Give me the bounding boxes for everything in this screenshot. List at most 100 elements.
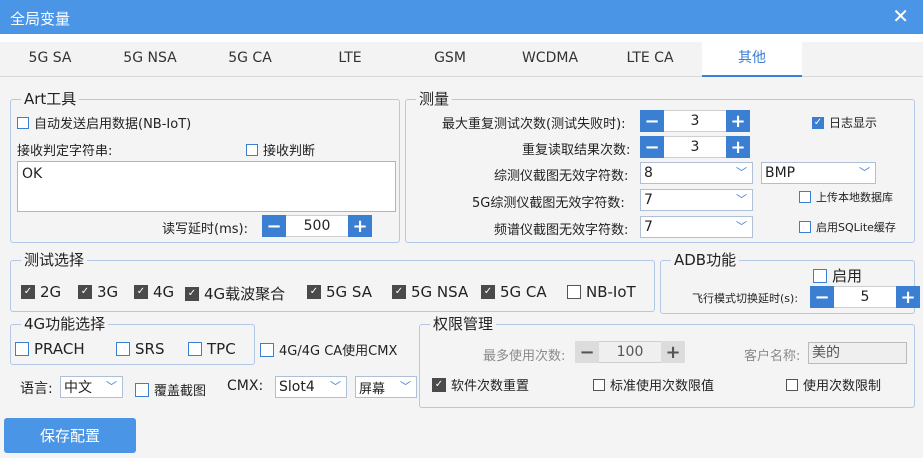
- test-nbiot-checkbox[interactable]: NB-IoT: [567, 283, 636, 301]
- re-read-label: 重复读取结果次数:: [522, 143, 631, 158]
- art-tools-group: Art工具 自动发送启用数据(NB-IoT) 接收判定字符串: 接收判断 OK …: [10, 90, 400, 243]
- log-display-checkbox[interactable]: ✓ 日志显示: [812, 114, 877, 131]
- test-5g-sa-checkbox[interactable]: ✓ 5G SA: [307, 283, 372, 301]
- plus-icon[interactable]: +: [726, 136, 750, 158]
- measure-group: 测量 最大重复测试次数(测试失败时): − 3 + 重复读取结果次数: − 3 …: [405, 90, 915, 243]
- auto-send-checkbox[interactable]: 自动发送启用数据(NB-IoT): [17, 113, 191, 132]
- chevron-down-icon: ﹀: [859, 166, 870, 179]
- airplane-delay-stepper: − 5 +: [810, 286, 920, 308]
- plus-icon[interactable]: +: [896, 286, 920, 308]
- max-use-value[interactable]: 100: [599, 341, 661, 363]
- chevron-down-icon: ﹀: [400, 380, 411, 393]
- checkbox-icon: [813, 268, 827, 283]
- tab-bar: 5G SA 5G NSA 5G CA LTE GSM WCDMA LTE CA …: [0, 42, 923, 77]
- check-icon: ✓: [307, 285, 321, 299]
- sqlite-cache-checkbox[interactable]: 启用SQLite缓存: [799, 219, 896, 235]
- recv-string-textarea[interactable]: OK: [17, 161, 396, 212]
- prach-checkbox[interactable]: PRACH: [15, 340, 85, 358]
- close-icon[interactable]: ✕: [892, 4, 909, 28]
- minus-icon[interactable]: −: [810, 286, 834, 308]
- customer-input[interactable]: 美的: [808, 342, 907, 364]
- save-config-button[interactable]: 保存配置: [4, 418, 136, 453]
- check-icon: ✓: [134, 285, 148, 299]
- plus-icon[interactable]: +: [726, 110, 750, 132]
- checkbox-icon: [799, 221, 811, 233]
- format-dropdown[interactable]: BMP ﹀: [761, 162, 876, 184]
- tab-5g-ca[interactable]: 5G CA: [200, 42, 300, 76]
- test-4g-ca-checkbox[interactable]: ✓ 4G载波聚合: [185, 283, 285, 304]
- minus-icon[interactable]: −: [262, 215, 286, 237]
- check-icon: ✓: [78, 285, 92, 299]
- rw-delay-value[interactable]: 500: [286, 215, 348, 237]
- minus-icon[interactable]: −: [640, 110, 664, 132]
- std-limit-checkbox[interactable]: 标准使用次数限值: [593, 375, 714, 394]
- airplane-delay-label: 飞行模式切换延时(s):: [692, 292, 799, 305]
- screen-dropdown[interactable]: 屏幕 ﹀: [355, 376, 417, 398]
- spec-dropdown[interactable]: 7 ﹀: [640, 216, 753, 238]
- test-5g-ca-checkbox[interactable]: ✓ 5G CA: [481, 283, 547, 301]
- check-icon: ✓: [392, 285, 406, 299]
- tpc-checkbox[interactable]: TPC: [188, 340, 236, 358]
- tab-lte[interactable]: LTE: [300, 42, 400, 76]
- test-4g-checkbox[interactable]: ✓ 4G: [134, 283, 174, 301]
- chevron-down-icon: ﹀: [736, 166, 747, 179]
- re-read-stepper: − 3 +: [640, 136, 750, 158]
- cmx-slot-dropdown[interactable]: Slot4 ﹀: [275, 376, 347, 398]
- chevron-down-icon: ﹀: [736, 220, 747, 233]
- snap-dropdown[interactable]: 8 ﹀: [640, 162, 753, 184]
- checkbox-icon: [188, 342, 202, 356]
- checkbox-icon: [135, 382, 149, 397]
- upload-db-checkbox[interactable]: 上传本地数据库: [799, 189, 893, 205]
- max-retry-stepper: − 3 +: [640, 110, 750, 132]
- check-icon: ✓: [481, 285, 495, 299]
- re-read-value[interactable]: 3: [664, 136, 726, 158]
- func4g-group: 4G功能选择 PRACH SRS TPC: [10, 315, 255, 365]
- measure-title: 测量: [416, 90, 453, 108]
- max-use-label: 最多使用次数:: [483, 349, 566, 364]
- plus-icon[interactable]: +: [661, 341, 685, 363]
- minus-icon[interactable]: −: [575, 341, 599, 363]
- func4g-title: 4G功能选择: [21, 315, 109, 333]
- plus-icon[interactable]: +: [348, 215, 372, 237]
- tab-lte-ca[interactable]: LTE CA: [600, 42, 700, 76]
- test-2g-checkbox[interactable]: ✓ 2G: [21, 283, 61, 301]
- check-icon: ✓: [185, 286, 199, 301]
- customer-label: 客户名称:: [744, 349, 801, 364]
- tab-gsm[interactable]: GSM: [400, 42, 500, 76]
- spec-label: 频谱仪截图无效字符数:: [494, 223, 629, 238]
- checkbox-icon: [116, 342, 130, 356]
- art-tools-title: Art工具: [21, 90, 80, 108]
- checkbox-icon: [799, 191, 811, 203]
- max-retry-value[interactable]: 3: [664, 110, 726, 132]
- snap-label: 综测仪截图无效字符数:: [494, 169, 629, 184]
- tab-5g-sa[interactable]: 5G SA: [0, 42, 100, 76]
- checkbox-icon: [246, 143, 258, 156]
- use-limit-checkbox[interactable]: 使用次数限制: [786, 375, 881, 394]
- recv-string-label: 接收判定字符串:: [17, 144, 113, 159]
- overlay-checkbox[interactable]: 覆盖截图: [135, 380, 206, 399]
- lang-dropdown[interactable]: 中文 ﹀: [60, 376, 123, 398]
- cmx-use-checkbox[interactable]: 4G/4G CA使用CMX: [260, 340, 397, 359]
- test-3g-checkbox[interactable]: ✓ 3G: [78, 283, 118, 301]
- checkbox-icon: [15, 342, 29, 356]
- tab-other[interactable]: 其他: [702, 42, 802, 77]
- reset-count-checkbox[interactable]: ✓ 软件次数重置: [432, 375, 529, 394]
- minus-icon[interactable]: −: [640, 136, 664, 158]
- checkbox-icon: [593, 378, 605, 391]
- adb-enable-checkbox[interactable]: 启用: [813, 265, 862, 286]
- tab-wcdma[interactable]: WCDMA: [500, 42, 600, 76]
- recv-judge-checkbox[interactable]: 接收判断: [246, 140, 315, 159]
- title-bar: 全局变量 ✕: [0, 0, 923, 34]
- test-select-group: 测试选择 ✓ 2G ✓ 3G ✓ 4G ✓ 4G载波聚合 ✓ 5G SA ✓ 5…: [10, 251, 655, 312]
- srs-checkbox[interactable]: SRS: [116, 340, 164, 358]
- airplane-delay-value[interactable]: 5: [834, 286, 896, 308]
- lang-label: 语言:: [20, 381, 53, 397]
- perm-title: 权限管理: [430, 315, 497, 333]
- snap5g-dropdown[interactable]: 7 ﹀: [640, 189, 753, 211]
- checkbox-icon: [567, 285, 581, 299]
- tab-5g-nsa[interactable]: 5G NSA: [100, 42, 200, 76]
- rw-delay-label: 读写延时(ms):: [162, 222, 248, 237]
- check-icon: ✓: [21, 285, 35, 299]
- test-5g-nsa-checkbox[interactable]: ✓ 5G NSA: [392, 283, 468, 301]
- cmx-label: CMX:: [227, 378, 264, 394]
